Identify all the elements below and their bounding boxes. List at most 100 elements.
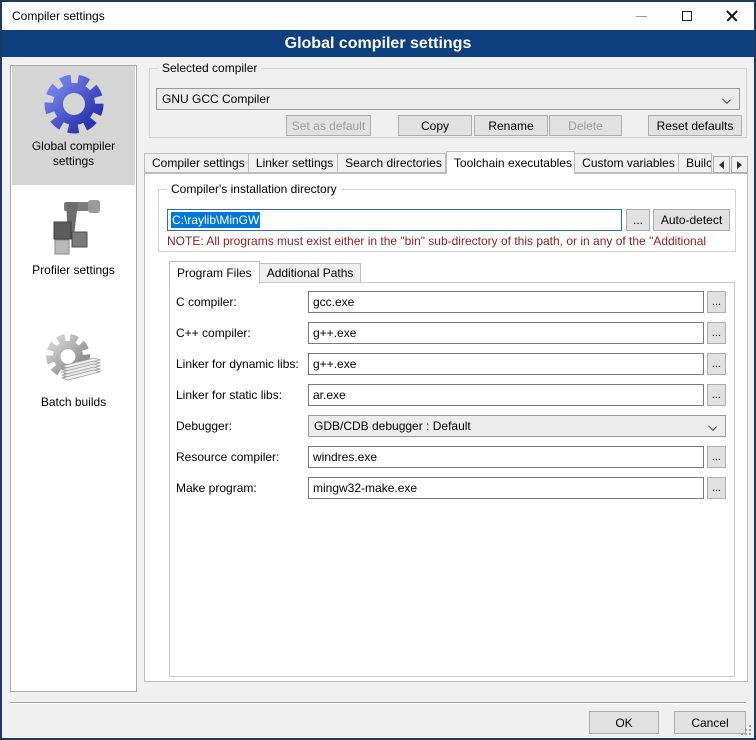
sidebar-item-label: Global compiler settings: [12, 139, 135, 169]
button-label: Set as default: [292, 119, 365, 133]
sidebar-item-global-compiler-settings[interactable]: Global compiler settings: [12, 66, 135, 185]
tab-search-directories[interactable]: Search directories: [338, 153, 446, 173]
program-files-tabstrip: Program Files Additional Paths: [169, 261, 361, 283]
delete-button[interactable]: Delete: [549, 115, 622, 136]
field-row-debugger: Debugger: GDB/CDB debugger : Default: [176, 415, 726, 437]
button-label: Delete: [568, 119, 603, 133]
resize-grip-icon[interactable]: [740, 724, 751, 735]
compiler-settings-dialog: Compiler settings Global compiler settin…: [0, 0, 756, 740]
dynamic-linker-input[interactable]: [308, 353, 704, 375]
tab-linker-settings[interactable]: Linker settings: [249, 153, 338, 173]
compiler-select-value: GNU GCC Compiler: [162, 92, 270, 106]
compiler-select[interactable]: GNU GCC Compiler: [156, 88, 740, 110]
field-label: Linker for static libs:: [176, 388, 308, 402]
sidebar-item-profiler-settings[interactable]: Profiler settings: [12, 190, 135, 290]
maximize-icon: [682, 11, 692, 21]
toolchain-executables-page: Compiler's installation directory C:\ray…: [144, 173, 748, 682]
static-linker-browse-button[interactable]: ...: [707, 384, 726, 406]
minimize-icon: [636, 16, 647, 17]
ok-button[interactable]: OK: [589, 711, 659, 734]
ellipsis-icon: ...: [712, 296, 721, 308]
tab-toolchain-executables[interactable]: Toolchain executables: [446, 151, 575, 174]
button-label: Copy: [421, 119, 449, 133]
field-row-dynamic-linker: Linker for dynamic libs: ...: [176, 353, 726, 375]
tab-scroll-left-icon: [719, 161, 724, 169]
tab-build-options-clipped[interactable]: Builc: [679, 153, 712, 173]
sidebar-item-label: Batch builds: [12, 395, 135, 410]
field-label: Linker for dynamic libs:: [176, 357, 308, 371]
ellipsis-icon: ...: [712, 389, 721, 401]
maximize-button[interactable]: [664, 2, 709, 30]
resource-compiler-input[interactable]: [308, 446, 704, 468]
cpp-compiler-browse-button[interactable]: ...: [707, 322, 726, 344]
page-title: Global compiler settings: [2, 30, 754, 57]
c-compiler-input[interactable]: [308, 291, 704, 313]
tab-scroll-right-button[interactable]: [731, 156, 748, 173]
window-title: Compiler settings: [2, 9, 105, 23]
chevron-down-icon: [708, 422, 717, 431]
field-label: Resource compiler:: [176, 450, 308, 464]
group-label: Selected compiler: [158, 61, 261, 76]
button-label: Cancel: [691, 716, 728, 730]
debugger-select[interactable]: GDB/CDB debugger : Default: [308, 415, 726, 437]
ellipsis-icon: ...: [712, 358, 721, 370]
tab-compiler-settings[interactable]: Compiler settings: [144, 153, 249, 173]
settings-sidebar: Global compiler settings Profiler settin…: [10, 65, 137, 692]
ellipsis-icon: ...: [712, 327, 721, 339]
field-label: C compiler:: [176, 295, 308, 309]
c-compiler-browse-button[interactable]: ...: [707, 291, 726, 313]
subtab-program-files[interactable]: Program Files: [169, 261, 260, 284]
cpp-compiler-input[interactable]: [308, 322, 704, 344]
tab-custom-variables[interactable]: Custom variables: [575, 153, 679, 173]
program-files-page: C compiler: ... C++ compiler: ... Linker…: [169, 282, 735, 677]
group-label: Compiler's installation directory: [167, 182, 341, 197]
button-label: Rename: [488, 119, 533, 133]
dynamic-linker-browse-button[interactable]: ...: [707, 353, 726, 375]
subtab-additional-paths[interactable]: Additional Paths: [260, 263, 362, 283]
field-row-cpp-compiler: C++ compiler: ...: [176, 322, 726, 344]
field-row-make-program: Make program: ...: [176, 477, 726, 499]
make-program-input[interactable]: [308, 477, 704, 499]
close-button[interactable]: [709, 2, 754, 30]
resource-compiler-browse-button[interactable]: ...: [707, 446, 726, 468]
button-label: OK: [615, 716, 632, 730]
ellipsis-icon: ...: [633, 213, 643, 227]
install-dir-browse-button[interactable]: ...: [626, 209, 650, 231]
make-program-browse-button[interactable]: ...: [707, 477, 726, 499]
caliper-icon: [42, 196, 106, 260]
ellipsis-icon: ...: [712, 482, 721, 494]
button-label: Auto-detect: [661, 213, 722, 227]
note-text: NOTE: All programs must exist either in …: [167, 234, 731, 248]
tab-scroll-right-icon: [737, 161, 742, 169]
minimize-button[interactable]: [619, 2, 664, 30]
reset-defaults-button[interactable]: Reset defaults: [648, 115, 742, 136]
copy-button[interactable]: Copy: [398, 115, 472, 136]
main-tabstrip: Compiler settings Linker settings Search…: [144, 152, 748, 173]
field-label: Make program:: [176, 481, 308, 495]
close-icon: [726, 10, 738, 22]
rename-button[interactable]: Rename: [474, 115, 548, 136]
ellipsis-icon: ...: [712, 451, 721, 463]
sidebar-item-label: Profiler settings: [12, 263, 135, 278]
install-dir-input[interactable]: C:\raylib\MinGW: [167, 209, 622, 231]
blue-gear-icon: [42, 72, 106, 136]
footer-divider: [10, 702, 746, 704]
button-label: Reset defaults: [657, 119, 734, 133]
selected-compiler-group: Selected compiler GNU GCC Compiler Set a…: [149, 68, 747, 138]
field-row-static-linker: Linker for static libs: ...: [176, 384, 726, 406]
sidebar-item-batch-builds[interactable]: Batch builds: [12, 316, 135, 416]
tab-scroll-left-button[interactable]: [713, 156, 730, 173]
install-dir-selected-text: C:\raylib\MinGW: [171, 212, 260, 228]
installation-directory-group: Compiler's installation directory C:\ray…: [158, 189, 736, 252]
static-linker-input[interactable]: [308, 384, 704, 406]
titlebar: Compiler settings: [2, 2, 754, 30]
batch-builds-icon: [42, 328, 106, 392]
window-controls: [619, 2, 754, 30]
field-row-resource-compiler: Resource compiler: ...: [176, 446, 726, 468]
debugger-select-value: GDB/CDB debugger : Default: [314, 419, 471, 433]
field-label: Debugger:: [176, 419, 308, 433]
auto-detect-button[interactable]: Auto-detect: [653, 209, 730, 231]
cancel-button[interactable]: Cancel: [674, 711, 746, 734]
set-as-default-button[interactable]: Set as default: [286, 115, 371, 136]
tab-scroll-buttons: [712, 156, 748, 173]
